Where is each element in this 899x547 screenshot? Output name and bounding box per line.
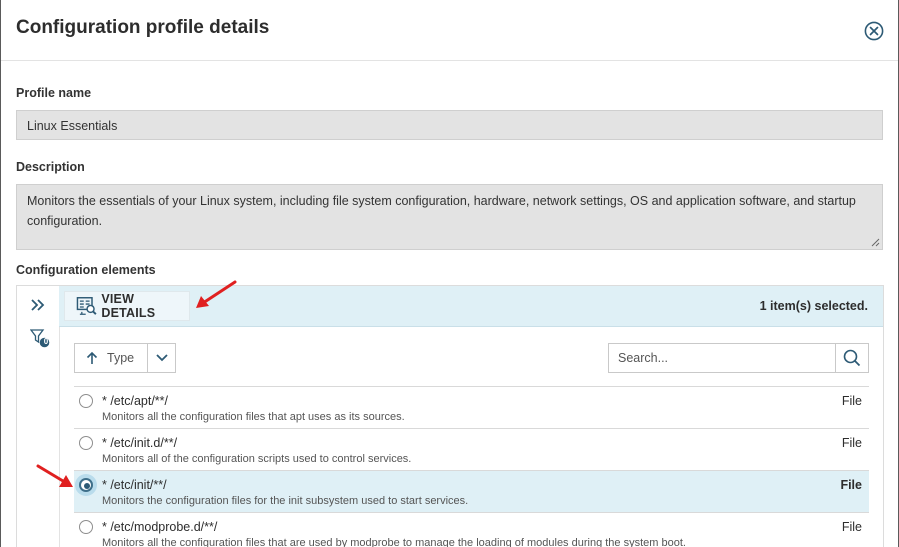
sort-field-label: Type <box>107 351 135 365</box>
list-item[interactable]: * /etc/apt/**/ Monitors all the configur… <box>74 387 869 429</box>
configuration-elements-label: Configuration elements <box>16 263 156 277</box>
configuration-profile-dialog: Configuration profile details Profile na… <box>1 0 898 547</box>
left-rail: 0 <box>17 286 60 547</box>
search-button[interactable] <box>835 344 868 372</box>
list-item[interactable]: * /etc/modprobe.d/**/ Monitors all the c… <box>74 513 869 547</box>
dialog-header: Configuration profile details <box>1 0 898 61</box>
search-input[interactable] <box>609 344 835 372</box>
item-type: File <box>841 394 862 408</box>
annotation-arrow-icon <box>36 464 73 487</box>
list-item-selected[interactable]: * /etc/init/**/ Monitors the configurati… <box>74 471 869 513</box>
radio-button[interactable] <box>79 436 93 450</box>
item-path: * /etc/init/**/ <box>102 478 167 492</box>
list-item[interactable]: * /etc/init.d/**/ Monitors all of the co… <box>74 429 869 471</box>
item-path: * /etc/apt/**/ <box>102 394 169 408</box>
view-details-button[interactable]: VIEW DETAILS <box>64 291 190 321</box>
item-path: * /etc/init.d/**/ <box>102 436 178 450</box>
resize-grip-icon[interactable] <box>871 238 880 247</box>
description-field: Monitors the essentials of your Linux sy… <box>16 184 883 250</box>
close-icon <box>864 21 884 41</box>
item-description: Monitors the configuration files for the… <box>102 495 469 507</box>
chevron-down-icon <box>155 354 168 362</box>
selection-toolbar: VIEW DETAILS 1 item(s) selected. <box>59 286 883 327</box>
item-description: Monitors all of the configuration script… <box>102 453 412 465</box>
item-type: File <box>840 478 862 492</box>
item-description: Monitors all the configuration files tha… <box>102 411 405 423</box>
sort-control: Type <box>74 343 176 373</box>
dialog-title: Configuration profile details <box>16 17 270 38</box>
configuration-elements-list: * /etc/apt/**/ Monitors all the configur… <box>74 386 869 547</box>
item-path: * /etc/modprobe.d/**/ <box>102 520 218 534</box>
arrow-up-icon <box>86 351 98 364</box>
profile-name-field: Linux Essentials <box>16 110 883 140</box>
radio-button[interactable] <box>79 394 93 408</box>
item-type: File <box>841 436 862 450</box>
filter-count-badge: 0 <box>43 337 49 346</box>
search-box <box>608 343 869 373</box>
sort-field-dropdown[interactable] <box>148 344 175 372</box>
double-chevron-right-icon[interactable] <box>30 298 46 312</box>
view-details-label: VIEW DETAILS <box>101 292 156 320</box>
configuration-elements-panel: 0 VIEW DETAILS 1 item(s) selected. Type … <box>16 285 884 547</box>
view-details-icon <box>76 297 97 315</box>
profile-name-label: Profile name <box>16 86 92 100</box>
description-text: Monitors the essentials of your Linux sy… <box>27 194 856 228</box>
close-button[interactable] <box>864 21 884 41</box>
radio-button[interactable] <box>79 520 93 534</box>
selected-count: 1 item(s) selected. <box>759 299 868 313</box>
annotation-arrow-icon <box>196 280 237 308</box>
search-icon <box>843 349 861 367</box>
sort-direction-button[interactable]: Type <box>75 344 148 372</box>
item-description: Monitors all the configuration files tha… <box>102 537 686 547</box>
radio-button-checked[interactable] <box>79 478 93 492</box>
description-label: Description <box>16 160 85 174</box>
item-type: File <box>841 520 862 534</box>
